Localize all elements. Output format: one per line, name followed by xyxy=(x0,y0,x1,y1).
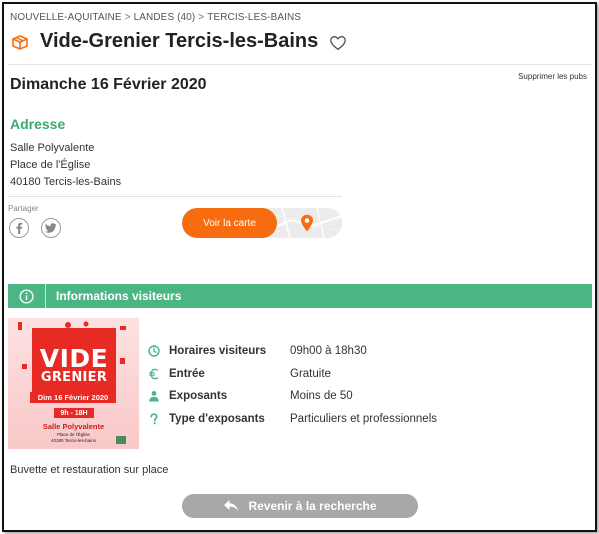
info-label: Entrée xyxy=(169,367,205,380)
poster-town: 40180 Tercis-les-bains xyxy=(51,438,96,443)
address-line-venue: Salle Polyvalente xyxy=(10,142,95,154)
address-heading: Adresse xyxy=(10,116,66,132)
event-note: Buvette et restauration sur place xyxy=(10,464,169,476)
poster-title-block: VIDE GRENIER xyxy=(32,328,116,402)
info-row-exhibitor-type: Type d'exposants Particuliers et profess… xyxy=(148,408,437,431)
breadcrumb-item-department[interactable]: LANDES (40) xyxy=(134,12,196,23)
box-icon xyxy=(12,34,28,50)
info-section-title: Informations visiteurs xyxy=(56,289,182,303)
question-icon xyxy=(150,413,158,425)
heart-icon[interactable] xyxy=(329,34,347,52)
info-row-hours: Horaires visiteurs 09h00 à 18h30 xyxy=(148,340,437,363)
twitter-share-button[interactable] xyxy=(41,218,61,238)
title-row: Vide-Grenier Tercis-les-Bains xyxy=(10,30,347,53)
info-label: Type d'exposants xyxy=(169,412,265,425)
page-frame: NOUVELLE-AQUITAINE > LANDES (40) > TERCIS-LE… xyxy=(2,2,597,532)
info-section-header: Informations visiteurs xyxy=(8,284,592,308)
divider xyxy=(8,196,342,197)
info-icon-wrapper xyxy=(8,284,46,308)
breadcrumb-separator: > xyxy=(124,12,131,23)
info-label: Exposants xyxy=(169,390,228,403)
share-label: Partager xyxy=(8,204,39,213)
info-icon xyxy=(19,288,34,304)
poster-place: Place de l'Église xyxy=(57,432,90,437)
euro-icon xyxy=(149,368,159,380)
view-map-button[interactable]: Voir la carte xyxy=(182,208,277,238)
info-value: Gratuite xyxy=(290,367,331,380)
page-title: Vide-Grenier Tercis-les-Bains xyxy=(40,30,319,52)
twitter-icon xyxy=(45,223,57,233)
poster-hours: 9h - 18H xyxy=(54,408,94,418)
remove-ads-link[interactable]: Supprimer les pubs xyxy=(518,72,587,81)
breadcrumb-separator: > xyxy=(198,12,205,23)
poster-title-vide: VIDE xyxy=(39,343,109,373)
poster-title-grenier: GRENIER xyxy=(40,369,108,385)
map-widget[interactable]: Voir la carte xyxy=(182,208,342,238)
info-value: 09h00 à 18h30 xyxy=(290,345,367,358)
clock-icon xyxy=(148,345,160,357)
address-block: Salle Polyvalente Place de l'Église 4018… xyxy=(10,140,121,191)
visitor-info-list: Horaires visiteurs 09h00 à 18h30 Entrée … xyxy=(148,340,437,430)
event-date: Dimanche 16 Février 2020 xyxy=(10,76,207,93)
poster-date: Dim 16 Février 2020 xyxy=(30,392,116,403)
info-row-exhibitors: Exposants Moins de 50 xyxy=(148,385,437,408)
person-icon xyxy=(149,391,159,402)
facebook-icon xyxy=(16,222,23,234)
back-arrow-icon xyxy=(224,500,239,512)
address-line-street: Place de l'Église xyxy=(10,159,91,171)
breadcrumb: NOUVELLE-AQUITAINE > LANDES (40) > TERCIS-LE… xyxy=(10,12,301,23)
poster-venue: Salle Polyvalente xyxy=(42,422,105,431)
event-poster[interactable]: VIDE GRENIER Dim 16 Février 2020 9h - 18… xyxy=(8,318,139,449)
facebook-share-button[interactable] xyxy=(9,218,29,238)
info-row-entry: Entrée Gratuite xyxy=(148,363,437,386)
info-label: Horaires visiteurs xyxy=(169,345,267,358)
back-to-search-button[interactable]: Revenir à la recherche xyxy=(182,494,418,518)
breadcrumb-item-town[interactable]: TERCIS-LES-BAINS xyxy=(207,12,301,23)
breadcrumb-item-region[interactable]: NOUVELLE-AQUITAINE xyxy=(10,12,122,23)
divider xyxy=(8,64,592,65)
map-pin-icon xyxy=(301,214,313,232)
back-to-search-label: Revenir à la recherche xyxy=(248,499,377,513)
address-line-city: 40180 Tercis-les-Bains xyxy=(10,176,122,188)
info-value: Particuliers et professionnels xyxy=(290,412,438,425)
info-value: Moins de 50 xyxy=(290,390,353,403)
